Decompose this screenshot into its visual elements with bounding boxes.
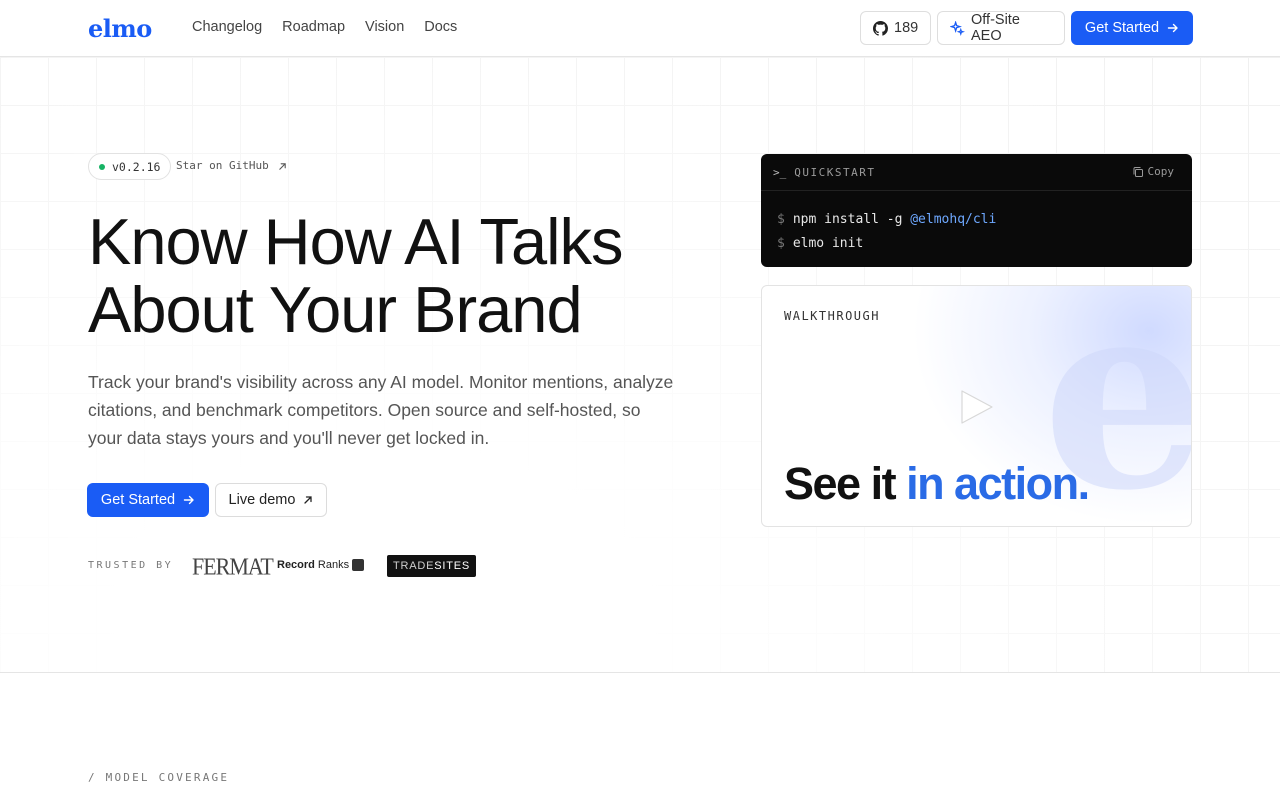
header-get-started-label: Get Started [1084, 20, 1160, 36]
trusted-by-label: TRUSTED BY [88, 560, 174, 571]
elmo-logo[interactable]: elmo [88, 14, 152, 43]
model-coverage-label: / MODEL COVERAGE [88, 771, 230, 784]
hero-get-started-button[interactable]: Get Started [87, 483, 209, 517]
command-1-package: @elmohq/cli [910, 212, 997, 227]
nav-docs[interactable]: Docs [424, 19, 457, 35]
dollar-prompt: $ [777, 236, 785, 251]
copy-label: Copy [1147, 165, 1175, 178]
main-nav: Changelog Roadmap Vision Docs [192, 19, 457, 35]
walkthrough-label: WALKTHROUGH [784, 309, 880, 323]
tradesites-logo: TRADE SITES [387, 555, 477, 577]
tradesites-logo-a: TRADE [393, 560, 435, 572]
nav-vision[interactable]: Vision [365, 19, 404, 35]
star-on-github-link[interactable]: Star on GitHub [176, 159, 287, 172]
github-icon [873, 20, 888, 36]
recordranks-badge-icon [352, 559, 365, 571]
github-count: 189 [894, 20, 919, 36]
walkthrough-title: See it in action. [784, 458, 1090, 510]
off-site-aeo-button[interactable]: Off-Site AEO [937, 11, 1065, 45]
sparkle-icon [950, 20, 965, 36]
dollar-prompt: $ [777, 212, 785, 227]
nav-roadmap[interactable]: Roadmap [282, 19, 345, 35]
fermat-logo: FERMAT [192, 552, 274, 581]
walkthrough-title-b: in action. [906, 458, 1090, 509]
hero-title-line2: About Your Brand [88, 273, 583, 346]
nav-changelog[interactable]: Changelog [192, 19, 262, 35]
command-2-text: elmo init [792, 236, 864, 251]
play-icon[interactable] [959, 389, 995, 425]
walkthrough-title-a: See it [784, 458, 907, 509]
live-demo-button[interactable]: Live demo [215, 483, 327, 517]
quickstart-commands: $ npm install -g @elmohq/cli $ elmo init [761, 191, 1192, 267]
recordranks-logo-bold: Record [277, 559, 315, 571]
terminal-prompt-icon: >_ [773, 165, 787, 179]
recordranks-logo-light: Ranks [317, 559, 350, 571]
hero-title-line1: Know How AI Talks [88, 205, 624, 278]
section-divider [0, 672, 1280, 673]
version-text: v0.2.16 [112, 159, 161, 174]
version-badge: v0.2.16 [88, 153, 172, 180]
quickstart-label: QUICKSTART [794, 165, 876, 179]
live-demo-label: Live demo [228, 492, 296, 508]
recordranks-logo: Record Ranks [277, 559, 365, 571]
copy-button[interactable]: Copy [1132, 165, 1175, 178]
quickstart-terminal: >_ QUICKSTART Copy $ npm install -g @elmo… [761, 154, 1192, 267]
hero-get-started-label: Get Started [100, 492, 176, 508]
github-stars-button[interactable]: 189 [860, 11, 931, 45]
hero-description: Track your brand's visibility across any… [88, 372, 674, 448]
arrow-right-icon [183, 494, 195, 506]
command-line-1[interactable]: $ npm install -g @elmohq/cli [777, 208, 1176, 232]
arrow-up-right-icon [278, 162, 287, 171]
site-header: elmo Changelog Roadmap Vision Docs 189 O… [0, 0, 1280, 57]
status-dot [99, 163, 105, 170]
quickstart-header: >_ QUICKSTART Copy [761, 154, 1192, 191]
arrow-up-right-icon [303, 495, 313, 505]
header-get-started-button[interactable]: Get Started [1071, 11, 1193, 45]
command-1-text: npm install -g [792, 212, 911, 227]
arrow-right-icon [1167, 22, 1179, 34]
copy-icon [1132, 166, 1144, 178]
star-on-github-label: Star on GitHub [176, 159, 269, 172]
walkthrough-video-card[interactable]: e WALKTHROUGH See it in action. [761, 285, 1192, 527]
off-site-aeo-label: Off-Site AEO [971, 12, 1020, 44]
tradesites-logo-b: SITES [434, 560, 471, 572]
hero-title: Know How AI Talks About Your Brand [88, 208, 728, 344]
command-line-2[interactable]: $ elmo init [777, 232, 1176, 256]
